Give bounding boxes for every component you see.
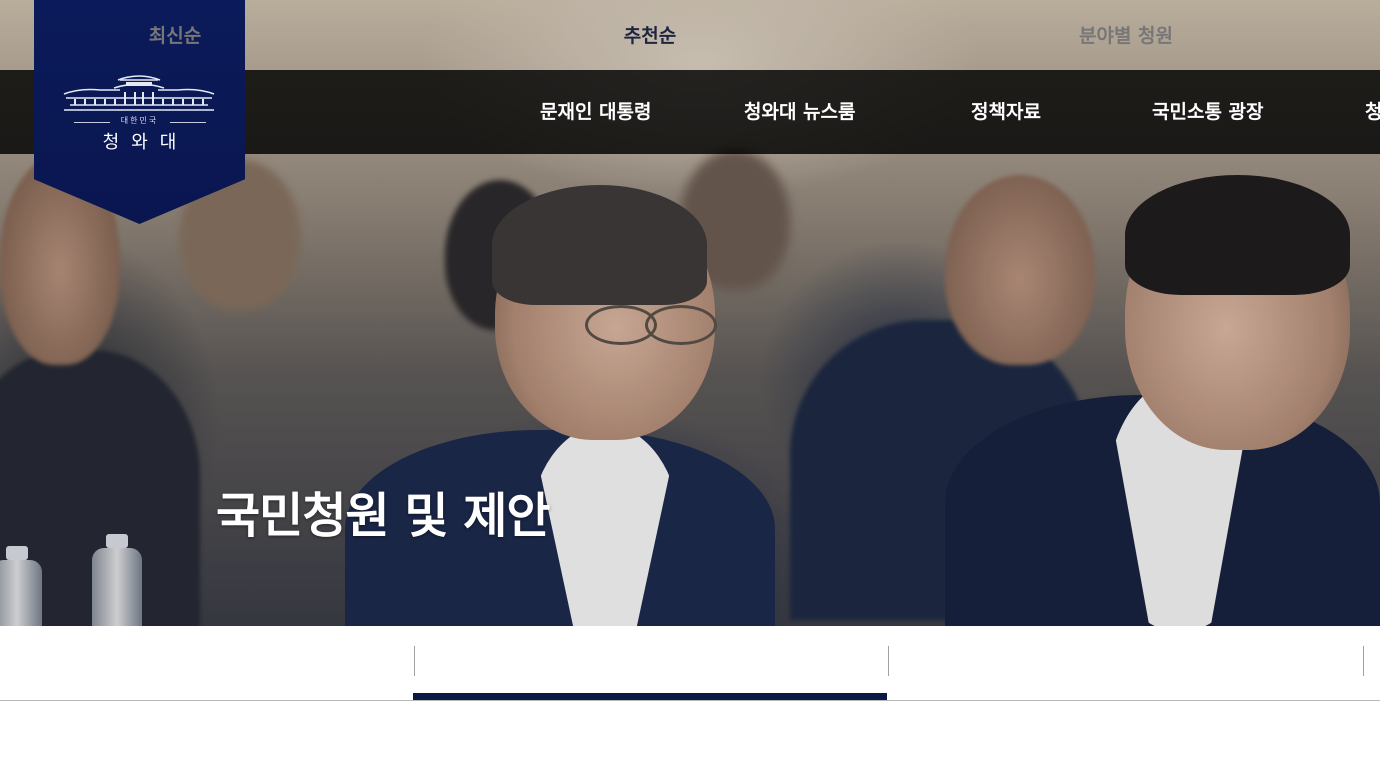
tab-by-category[interactable]: 분야별 청원 [889,0,1363,74]
nav-item-newsroom[interactable]: 청와대 뉴스룸 [744,100,856,124]
nav-item-president[interactable]: 문재인 대통령 [540,100,652,124]
sort-tabs [0,626,1380,701]
logo-name: 청와대 [102,132,189,153]
tab-divider [1363,646,1364,676]
active-tab-indicator [413,693,887,700]
tab-divider [888,646,889,676]
nav-item-policy[interactable]: 정책자료 [971,100,1041,124]
blue-house-building-icon [63,75,215,111]
logo-subtitle: 대한민국 [120,116,159,125]
tab-divider [414,646,415,676]
page-title: 국민청원 및 제안 [216,488,551,544]
tab-latest[interactable]: 최신순 [0,0,350,74]
nav-item-plaza[interactable]: 국민소통 광장 [1152,100,1264,124]
tab-recommended[interactable]: 추천순 [413,0,887,74]
nav-item-truncated[interactable]: 청 [1365,100,1380,124]
